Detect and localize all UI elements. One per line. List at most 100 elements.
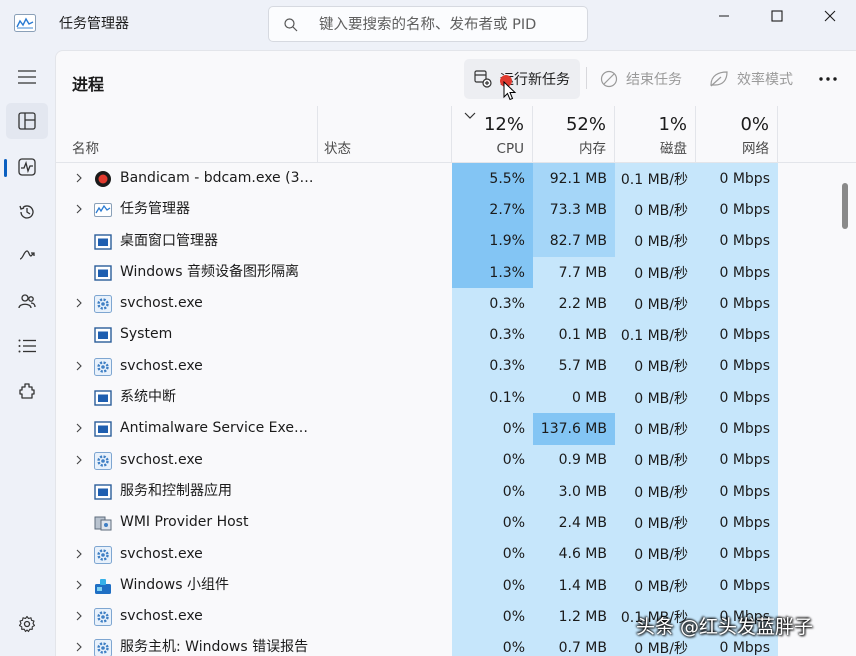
expand-chevron-icon[interactable] xyxy=(73,172,85,184)
expand-chevron-icon[interactable] xyxy=(73,203,85,215)
table-row[interactable]: svchost.exe 0% 4.6 MB 0 MB/秒 0 Mbps xyxy=(56,538,856,570)
memory-cell: 1.4 MB xyxy=(533,569,615,602)
memory-cell: 5.7 MB xyxy=(533,350,615,383)
process-name: svchost.exe xyxy=(120,545,203,562)
table-row[interactable]: 系统中断 0.1% 0 MB 0 MB/秒 0 Mbps xyxy=(56,382,856,414)
nav-processes[interactable] xyxy=(6,103,48,139)
network-cell: 0 Mbps xyxy=(696,350,778,383)
table-row[interactable]: 任务管理器 2.7% 73.3 MB 0 MB/秒 0 Mbps xyxy=(56,194,856,226)
process-name: 服务和控制器应用 xyxy=(120,482,232,499)
network-label: 网络 xyxy=(742,141,769,157)
disk-cell: 0 MB/秒 xyxy=(615,382,696,414)
disk-cell: 0 MB/秒 xyxy=(615,507,696,539)
column-network[interactable]: 0% 网络 xyxy=(696,106,778,163)
process-name: svchost.exe xyxy=(120,357,203,374)
column-name[interactable]: 名称 xyxy=(56,106,318,163)
cpu-cell: 0.3% xyxy=(452,319,533,351)
disk-cell: 0 MB/秒 xyxy=(615,225,696,257)
expand-chevron-icon[interactable] xyxy=(73,297,85,309)
column-memory[interactable]: 52% 内存 xyxy=(533,106,615,163)
table-row[interactable]: 桌面窗口管理器 1.9% 82.7 MB 0 MB/秒 0 Mbps xyxy=(56,225,856,257)
disk-cell: 0 MB/秒 xyxy=(615,538,696,570)
process-name: WMI Provider Host xyxy=(120,514,249,531)
disk-cell: 0 MB/秒 xyxy=(615,256,696,289)
run-new-task-button[interactable]: 运行新任务 xyxy=(464,59,580,99)
nav-app-history[interactable] xyxy=(6,194,48,230)
startup-apps-icon xyxy=(19,250,35,260)
search-input[interactable] xyxy=(319,13,577,37)
nav-performance[interactable] xyxy=(6,149,48,185)
vertical-scrollbar[interactable] xyxy=(842,183,848,229)
memory-cell: 0 MB xyxy=(533,382,615,414)
nav-services[interactable] xyxy=(6,373,48,409)
table-header: 名称 状态 12% CPU 52% 内存 1% 磁盘 0% 网络 xyxy=(56,106,856,163)
expand-chevron-icon[interactable] xyxy=(73,548,85,560)
table-row[interactable]: Bandicam - bdcam.exe (32 ... 5.5% 92.1 MB 0… xyxy=(56,163,856,195)
maximize-button[interactable] xyxy=(751,0,803,32)
network-cell: 0 Mbps xyxy=(696,225,778,257)
task-manager-icon xyxy=(14,14,36,32)
process-name-cell: Antimalware Service Execut... xyxy=(56,413,318,444)
window-icon xyxy=(94,233,112,250)
table-row[interactable]: WMI Provider Host 0% 2.4 MB 0 MB/秒 0 Mbps xyxy=(56,507,856,539)
minimize-button[interactable] xyxy=(698,0,750,32)
process-name-cell: Windows 音频设备图形隔离 xyxy=(56,257,318,288)
expand-chevron-icon[interactable] xyxy=(73,641,85,653)
network-cell: 0 Mbps xyxy=(696,538,778,570)
column-cpu[interactable]: 12% CPU xyxy=(452,106,533,163)
table-row[interactable]: 服务和控制器应用 0% 3.0 MB 0 MB/秒 0 Mbps xyxy=(56,475,856,508)
process-name-cell: Windows 小组件 xyxy=(56,570,318,601)
process-name-cell: svchost.exe xyxy=(56,288,318,319)
bandicam-icon xyxy=(95,171,111,187)
hamburger-menu-icon xyxy=(18,70,36,84)
memory-cell: 0.1 MB xyxy=(533,319,615,351)
settings-icon xyxy=(18,615,36,633)
disk-cell: 0 MB/秒 xyxy=(615,413,696,445)
memory-cell: 4.6 MB xyxy=(533,538,615,570)
table-row[interactable]: svchost.exe 0.3% 5.7 MB 0 MB/秒 0 Mbps xyxy=(56,350,856,383)
table-row[interactable]: Windows 音频设备图形隔离 1.3% 7.7 MB 0 MB/秒 0 Mbps xyxy=(56,256,856,289)
search-box[interactable] xyxy=(268,6,588,42)
more-options-button[interactable] xyxy=(810,65,846,93)
expand-chevron-icon[interactable] xyxy=(73,610,85,622)
network-cell: 0 Mbps xyxy=(696,569,778,602)
nav-startup-apps[interactable] xyxy=(6,238,48,274)
expand-chevron-icon[interactable] xyxy=(73,579,85,591)
table-row[interactable]: Antimalware Service Execut... 0% 137.6 MB 0… xyxy=(56,413,856,445)
process-name: 桌面窗口管理器 xyxy=(120,232,218,249)
close-button[interactable] xyxy=(804,0,856,32)
process-name-cell: svchost.exe xyxy=(56,539,318,570)
window-title: 任务管理器 xyxy=(59,16,129,32)
column-status[interactable]: 状态 xyxy=(318,106,452,163)
nav-users[interactable] xyxy=(6,283,48,319)
widgets-icon xyxy=(95,578,111,594)
expand-chevron-icon[interactable] xyxy=(73,422,85,434)
table-row[interactable]: System 0.3% 0.1 MB 0.1 MB/秒 0 Mbps xyxy=(56,319,856,351)
table-row[interactable]: svchost.exe 0.3% 2.2 MB 0 MB/秒 0 Mbps xyxy=(56,288,856,320)
process-name-cell: 桌面窗口管理器 xyxy=(56,226,318,257)
process-name: Windows 音频设备图形隔离 xyxy=(120,263,299,280)
expand-chevron-icon[interactable] xyxy=(73,360,85,372)
efficiency-mode-button[interactable]: 效率模式 xyxy=(707,59,797,99)
process-name-cell: 系统中断 xyxy=(56,382,318,413)
hamburger-menu-button[interactable] xyxy=(6,59,48,95)
cpu-cell: 0% xyxy=(452,444,533,476)
process-name-cell: Bandicam - bdcam.exe (32 ... xyxy=(56,163,318,194)
column-disk[interactable]: 1% 磁盘 xyxy=(615,106,696,163)
nav-settings[interactable] xyxy=(6,606,48,642)
process-name: Antimalware Service Execut... xyxy=(120,420,314,437)
table-row[interactable]: svchost.exe 0% 0.9 MB 0 MB/秒 0 Mbps xyxy=(56,444,856,476)
details-icon xyxy=(18,339,36,353)
process-name-cell: System xyxy=(56,319,318,350)
processes-icon xyxy=(18,112,36,130)
process-name: svchost.exe xyxy=(120,608,203,625)
process-name: Windows 小组件 xyxy=(120,576,229,593)
nav-details[interactable] xyxy=(6,328,48,364)
table-row[interactable]: Windows 小组件 0% 1.4 MB 0 MB/秒 0 Mbps xyxy=(56,569,856,602)
window-icon xyxy=(94,327,112,344)
process-list: Bandicam - bdcam.exe (32 ... 5.5% 92.1 MB 0… xyxy=(56,163,856,656)
network-cell: 0 Mbps xyxy=(696,475,778,508)
cpu-cell: 0% xyxy=(452,413,533,445)
end-task-button[interactable]: 结束任务 xyxy=(596,59,688,99)
expand-chevron-icon[interactable] xyxy=(73,454,85,466)
